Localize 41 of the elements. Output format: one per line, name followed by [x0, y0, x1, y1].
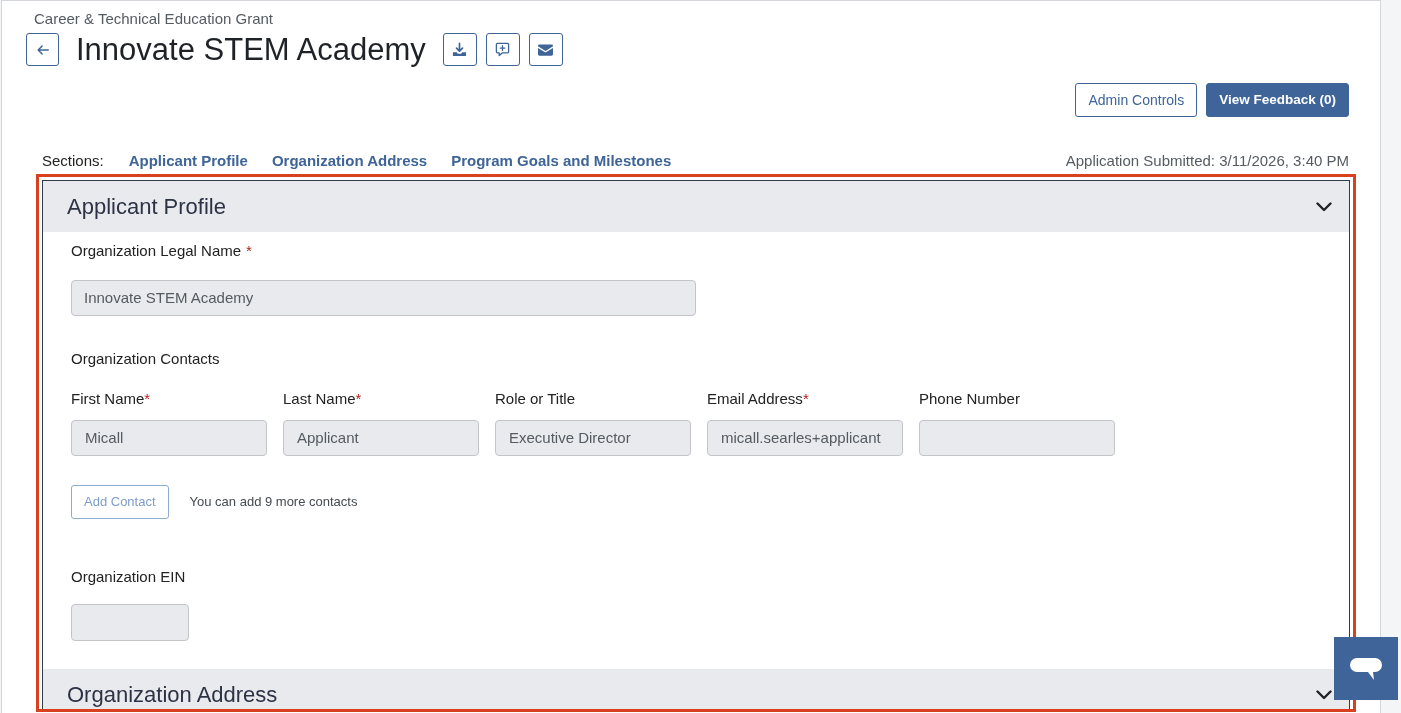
- text-field[interactable]: Applicant: [283, 420, 479, 456]
- page-title: Innovate STEM Academy: [76, 31, 426, 68]
- chevron-down-icon: [1316, 201, 1332, 212]
- section-link[interactable]: Applicant Profile: [128, 152, 248, 170]
- envelope-icon: [538, 43, 554, 56]
- comment-button[interactable]: [485, 33, 520, 66]
- view-feedback-button[interactable]: View Feedback (0): [1206, 83, 1349, 117]
- text-field[interactable]: micall.searles+applicant: [707, 420, 903, 456]
- breadcrumb-text: Career & Technical Education Grant: [34, 10, 275, 28]
- contacts-note: You can add 9 more contacts: [189, 493, 358, 512]
- download-icon: [452, 42, 468, 57]
- admin-controls-button[interactable]: Admin Controls: [1075, 83, 1198, 117]
- field-label: Organization EIN: [71, 568, 186, 586]
- chat-bubble-icon: [1350, 657, 1382, 680]
- back-button[interactable]: [26, 33, 59, 66]
- submitted-text: Application Submitted: 3/11/2026, 3:40 PM: [1065, 152, 1349, 170]
- download-button[interactable]: [442, 33, 477, 66]
- text-field[interactable]: Executive Director: [495, 420, 691, 456]
- field-label: Organization Legal Name *: [71, 242, 252, 260]
- section-link[interactable]: Program Goals and Milestones: [451, 152, 672, 170]
- comment-plus-icon: [495, 42, 511, 57]
- text-field[interactable]: [71, 604, 189, 641]
- section-header[interactable]: Applicant Profile: [43, 181, 1349, 232]
- arrow-left-icon: [35, 42, 50, 57]
- text-field[interactable]: [919, 420, 1115, 456]
- section-title: Applicant Profile: [67, 195, 226, 218]
- section-header[interactable]: Organization Address: [43, 669, 1349, 709]
- field-label: Role or Title: [495, 390, 576, 408]
- field-label: Last Name*: [283, 390, 362, 408]
- group-label: Organization Contacts: [71, 350, 220, 368]
- email-button[interactable]: [528, 33, 563, 66]
- chevron-down-icon: [1316, 689, 1332, 700]
- text-field[interactable]: Innovate STEM Academy: [71, 280, 696, 316]
- field-label: Email Address*: [707, 390, 809, 408]
- sections-label: Sections:: [42, 152, 104, 170]
- field-label: First Name*: [71, 390, 151, 408]
- section-link[interactable]: Organization Address: [271, 152, 428, 170]
- text-field[interactable]: Micall: [71, 420, 267, 456]
- chat-button[interactable]: [1334, 637, 1398, 700]
- field-label: Phone Number: [919, 390, 1020, 408]
- section-title: Organization Address: [67, 683, 278, 706]
